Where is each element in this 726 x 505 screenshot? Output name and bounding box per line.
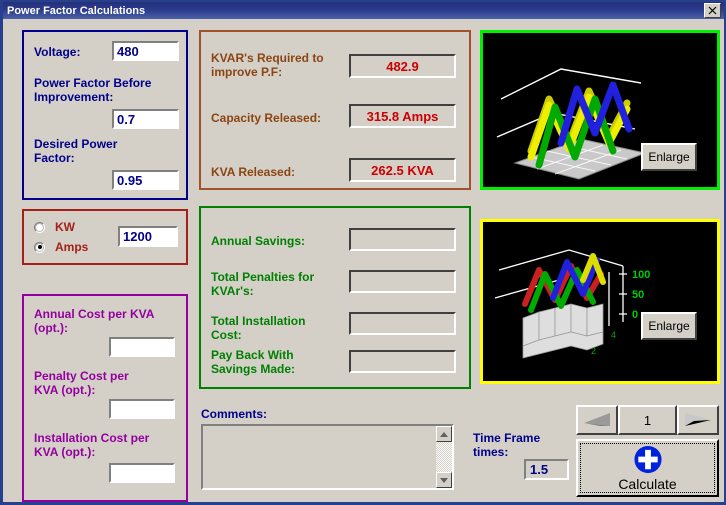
chart-depth-label-2: 2 bbox=[591, 346, 596, 356]
radio-kw-indicator bbox=[34, 221, 45, 233]
chevron-up-icon bbox=[440, 431, 448, 437]
comments-input[interactable] bbox=[201, 424, 454, 490]
penalty-cost-input[interactable] bbox=[109, 399, 175, 419]
chevron-down-icon bbox=[440, 477, 448, 483]
arrow-left-icon bbox=[584, 413, 610, 426]
kvar-required-label: KVAR's Required to improve P.F: bbox=[211, 51, 324, 79]
total-installation-label: Total Installation Cost: bbox=[211, 314, 306, 342]
chart-top: Enlarge bbox=[480, 30, 720, 190]
plus-circle-icon bbox=[633, 445, 662, 474]
window-client-area: Voltage: 480 Power Factor Before Improve… bbox=[3, 19, 724, 502]
total-penalties-value bbox=[349, 270, 456, 293]
radio-kw-label: KW bbox=[55, 220, 75, 234]
time-frame-label: Time Frame times: bbox=[473, 431, 541, 459]
calculate-button-inner: Calculate bbox=[580, 443, 715, 493]
kva-released-value: 262.5 KVA bbox=[349, 158, 456, 182]
application-window: Power Factor Calculations Voltage: 480 P… bbox=[0, 0, 726, 505]
previous-button[interactable] bbox=[576, 405, 618, 435]
next-button[interactable] bbox=[677, 405, 719, 435]
scroll-down-button[interactable] bbox=[436, 472, 452, 488]
pf-before-input[interactable]: 0.7 bbox=[112, 109, 179, 129]
annual-savings-label: Annual Savings: bbox=[211, 234, 306, 248]
capacity-released-label: Capacity Released: bbox=[211, 111, 322, 125]
results-panel: KVAR's Required to improve P.F: 482.9 Ca… bbox=[199, 30, 471, 190]
voltage-input[interactable]: 480 bbox=[112, 41, 179, 61]
close-icon bbox=[708, 6, 717, 15]
close-button[interactable] bbox=[704, 3, 721, 18]
enlarge-button-bottom[interactable]: Enlarge bbox=[641, 312, 697, 340]
scroll-up-button[interactable] bbox=[436, 426, 452, 442]
chart-axis-label-100: 100 bbox=[632, 269, 650, 281]
chart-bottom-graphic: 100 50 0 4 2 bbox=[494, 249, 650, 359]
calculate-button[interactable]: Calculate bbox=[576, 439, 719, 497]
comments-label: Comments: bbox=[201, 407, 268, 421]
inputs-panel: Voltage: 480 Power Factor Before Improve… bbox=[22, 30, 188, 200]
payback-label: Pay Back With Savings Made: bbox=[211, 348, 296, 376]
optional-cost-panel: Annual Cost per KVA (opt.): Penalty Cost… bbox=[22, 294, 188, 502]
calculate-label: Calculate bbox=[618, 476, 677, 492]
savings-panel: Annual Savings: Total Penalties for KVAr… bbox=[199, 206, 471, 389]
total-installation-value bbox=[349, 312, 456, 335]
kva-released-label: KVA Released: bbox=[211, 165, 296, 179]
annual-cost-input[interactable] bbox=[109, 337, 175, 357]
radio-amps[interactable]: Amps bbox=[34, 240, 88, 254]
load-type-panel: KW Amps 1200 bbox=[22, 209, 188, 265]
installation-cost-label: Installation Cost per KVA (opt.): bbox=[34, 431, 150, 459]
comments-scrollbar[interactable] bbox=[436, 426, 452, 488]
radio-amps-indicator bbox=[34, 241, 45, 253]
window-title: Power Factor Calculations bbox=[7, 4, 146, 17]
load-value-input[interactable]: 1200 bbox=[118, 226, 178, 247]
enlarge-button-top[interactable]: Enlarge bbox=[641, 143, 697, 171]
title-bar: Power Factor Calculations bbox=[3, 2, 724, 19]
time-frame-input[interactable]: 1.5 bbox=[524, 459, 569, 480]
arrow-right-icon bbox=[685, 413, 711, 426]
kvar-required-value: 482.9 bbox=[349, 54, 456, 78]
pf-desired-label: Desired Power Factor: bbox=[34, 137, 118, 165]
chart-depth-label-4: 4 bbox=[611, 330, 616, 340]
installation-cost-input[interactable] bbox=[109, 463, 175, 483]
annual-cost-label: Annual Cost per KVA (opt.): bbox=[34, 307, 155, 335]
radio-kw[interactable]: KW bbox=[34, 220, 75, 234]
capacity-released-value: 315.8 Amps bbox=[349, 104, 456, 128]
total-penalties-label: Total Penalties for KVAr's: bbox=[211, 270, 315, 298]
pf-before-label: Power Factor Before Improvement: bbox=[34, 76, 152, 104]
chart-bottom: 100 50 0 4 2 Enlarge bbox=[480, 219, 720, 384]
penalty-cost-label: Penalty Cost per KVA (opt.): bbox=[34, 369, 129, 397]
annual-savings-value bbox=[349, 228, 456, 251]
payback-value bbox=[349, 350, 456, 373]
chart-axis-label-50: 50 bbox=[632, 289, 644, 301]
pf-desired-input[interactable]: 0.95 bbox=[112, 170, 179, 190]
voltage-label: Voltage: bbox=[34, 45, 81, 59]
page-number-display: 1 bbox=[618, 405, 677, 435]
radio-amps-label: Amps bbox=[55, 240, 89, 254]
chart-axis-label-0: 0 bbox=[632, 309, 638, 321]
